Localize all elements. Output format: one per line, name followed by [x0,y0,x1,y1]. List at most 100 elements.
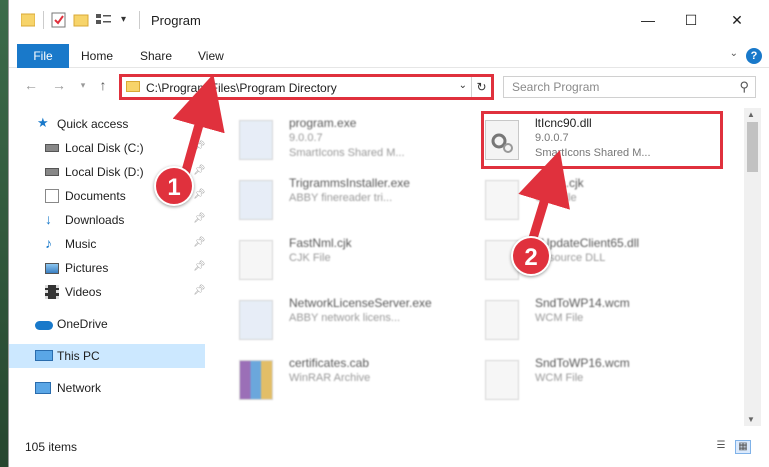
search-placeholder: Search Program [512,80,600,94]
pin-icon[interactable]: 📌︎ [193,237,206,248]
file-item[interactable]: ltwcm.cjk CJK File [455,172,695,226]
highlight-box-dll [481,111,723,169]
file-item[interactable]: certificates.cab WinRAR Archive [209,352,449,406]
file-description: ABBY finereader tri... [289,192,393,204]
forward-arrow-icon[interactable]: → [51,77,67,93]
address-bar[interactable]: C:\Program Files\Program Directory ⌄ ↻ [119,74,494,100]
tab-view[interactable]: View [198,44,224,68]
file-icon [485,360,519,400]
expand-ribbon-icon[interactable]: ⌄ [730,48,738,59]
sidebar-item-label: Local Disk (C:) [65,141,144,155]
file-icon [239,240,273,280]
tab-file[interactable]: File [17,44,69,68]
sidebar-item-quick-access[interactable]: ★ Quick access [9,112,205,136]
sidebar-item-label: Pictures [65,261,109,275]
pin-icon[interactable]: 📌︎ [193,261,206,272]
pin-icon[interactable]: 📌︎ [193,213,206,224]
refresh-icon[interactable]: ↻ [471,77,491,97]
exe-icon [239,120,273,160]
file-description: SmartIcons Shared M... [289,147,405,159]
pin-icon[interactable]: 📌︎ [193,141,206,152]
music-icon: ♪ [45,235,52,251]
customize-dropdown-icon[interactable]: ▾ [121,11,131,29]
sidebar-item-onedrive[interactable]: OneDrive [9,312,205,336]
file-item[interactable]: program.exe 9.0.0.7 SmartIcons Shared M.… [209,112,449,166]
documents-icon [45,189,59,203]
sidebar-item-downloads[interactable]: ↓ Downloads 📌︎ [9,208,206,232]
large-icons-view-icon[interactable]: ▦ [735,440,751,454]
up-arrow-icon[interactable]: ↑ [95,77,111,93]
recent-locations-icon[interactable]: ▾ [75,80,91,91]
folder-icon [126,81,140,92]
sidebar-item-label: Videos [65,285,102,299]
tab-share[interactable]: Share [140,44,172,68]
back-arrow-icon[interactable]: ← [23,77,39,93]
file-description: ABBY network licens... [289,312,401,324]
scroll-down-icon[interactable]: ▼ [747,415,755,424]
star-icon: ★ [37,115,49,130]
exe-icon [239,180,273,220]
sidebar-item-this-pc[interactable]: This PC [9,344,205,368]
file-item[interactable]: NetworkLicenseServer.exe ABBY network li… [209,292,449,346]
sidebar-item-music[interactable]: ♪ Music 📌︎ [9,232,206,256]
download-icon: ↓ [45,211,52,227]
sidebar-item-local-disk-c[interactable]: Local Disk (C:) 📌︎ [9,136,206,160]
address-dropdown-icon[interactable]: ⌄ [459,80,467,91]
search-icon[interactable]: ⚲ [739,79,749,95]
winrar-icon [239,360,273,400]
pin-icon[interactable]: 📌︎ [193,189,206,200]
file-icon [485,180,519,220]
status-bar: 105 items ☰ ▦ [9,436,769,458]
file-name: SndToWP16.wcm [535,356,630,370]
file-item[interactable]: SndToWP14.wcm WCM File [455,292,695,346]
sidebar-item-label: Local Disk (D:) [65,165,144,179]
file-name: SndToWP14.wcm [535,296,630,310]
address-path: C:\Program Files\Program Directory [146,81,337,95]
file-item[interactable]: SndToWP16.wcm WCM File [455,352,695,406]
help-button[interactable]: ? [746,48,762,64]
navigation-pane: ★ Quick access Local Disk (C:) 📌︎ Local … [9,108,209,426]
file-name: NetworkLicenseServer.exe [289,296,432,310]
sidebar-item-pictures[interactable]: Pictures 📌︎ [9,256,206,280]
file-item[interactable]: FastNml.cjk CJK File [209,232,449,286]
file-item[interactable]: TrigrammsInstaller.exe ABBY finereader t… [209,172,449,226]
sidebar-item-label: Network [57,381,102,395]
file-name: ltUpdateClient65.dll [535,236,640,250]
videos-icon [45,285,59,299]
file-type: CJK File [289,252,331,264]
maximize-button[interactable]: ☐ [681,10,701,30]
pc-icon [35,350,53,361]
item-count: 105 items [25,440,78,454]
drive-icon [45,144,59,152]
details-view-icon[interactable]: ☰ [713,440,729,454]
cloud-icon [35,321,53,330]
sidebar-item-network[interactable]: Network [9,376,205,400]
tab-home[interactable]: Home [81,44,113,68]
pin-icon[interactable]: 📌︎ [193,285,206,296]
sidebar-item-label: Documents [65,189,126,203]
sidebar-item-label: Quick access [57,117,129,131]
scroll-thumb[interactable] [747,122,758,172]
explorer-window: ▾ Program — ☐ ✕ File Home Share View ⌄ ?… [8,0,769,467]
new-folder-icon[interactable] [73,11,89,29]
desktop-background [0,0,8,467]
sidebar-item-videos[interactable]: Videos 📌︎ [9,280,206,304]
file-type: WinRAR Archive [289,372,371,384]
scroll-up-icon[interactable]: ▲ [747,110,755,119]
file-type: CJK File [535,192,577,204]
minimize-button[interactable]: — [638,10,658,30]
file-version: 9.0.0.7 [289,132,323,144]
pin-icon[interactable]: 📌︎ [193,165,206,176]
vertical-scrollbar[interactable]: ▲ ▼ [744,108,761,426]
navigation-bar: ← → ▾ ↑ C:\Program Files\Program Directo… [9,72,769,102]
sidebar-item-label: Music [65,237,97,251]
view-options-icon[interactable] [95,11,115,29]
sidebar-item-label: OneDrive [57,317,108,331]
step-badge-1: 1 [154,166,194,206]
file-item[interactable]: ltUpdateClient65.dll Resource DLL [455,232,695,286]
properties-icon[interactable] [51,11,67,29]
folder-icon [20,11,36,29]
close-button[interactable]: ✕ [727,10,747,30]
search-input[interactable]: Search Program ⚲ [503,76,756,98]
divider [43,11,44,29]
